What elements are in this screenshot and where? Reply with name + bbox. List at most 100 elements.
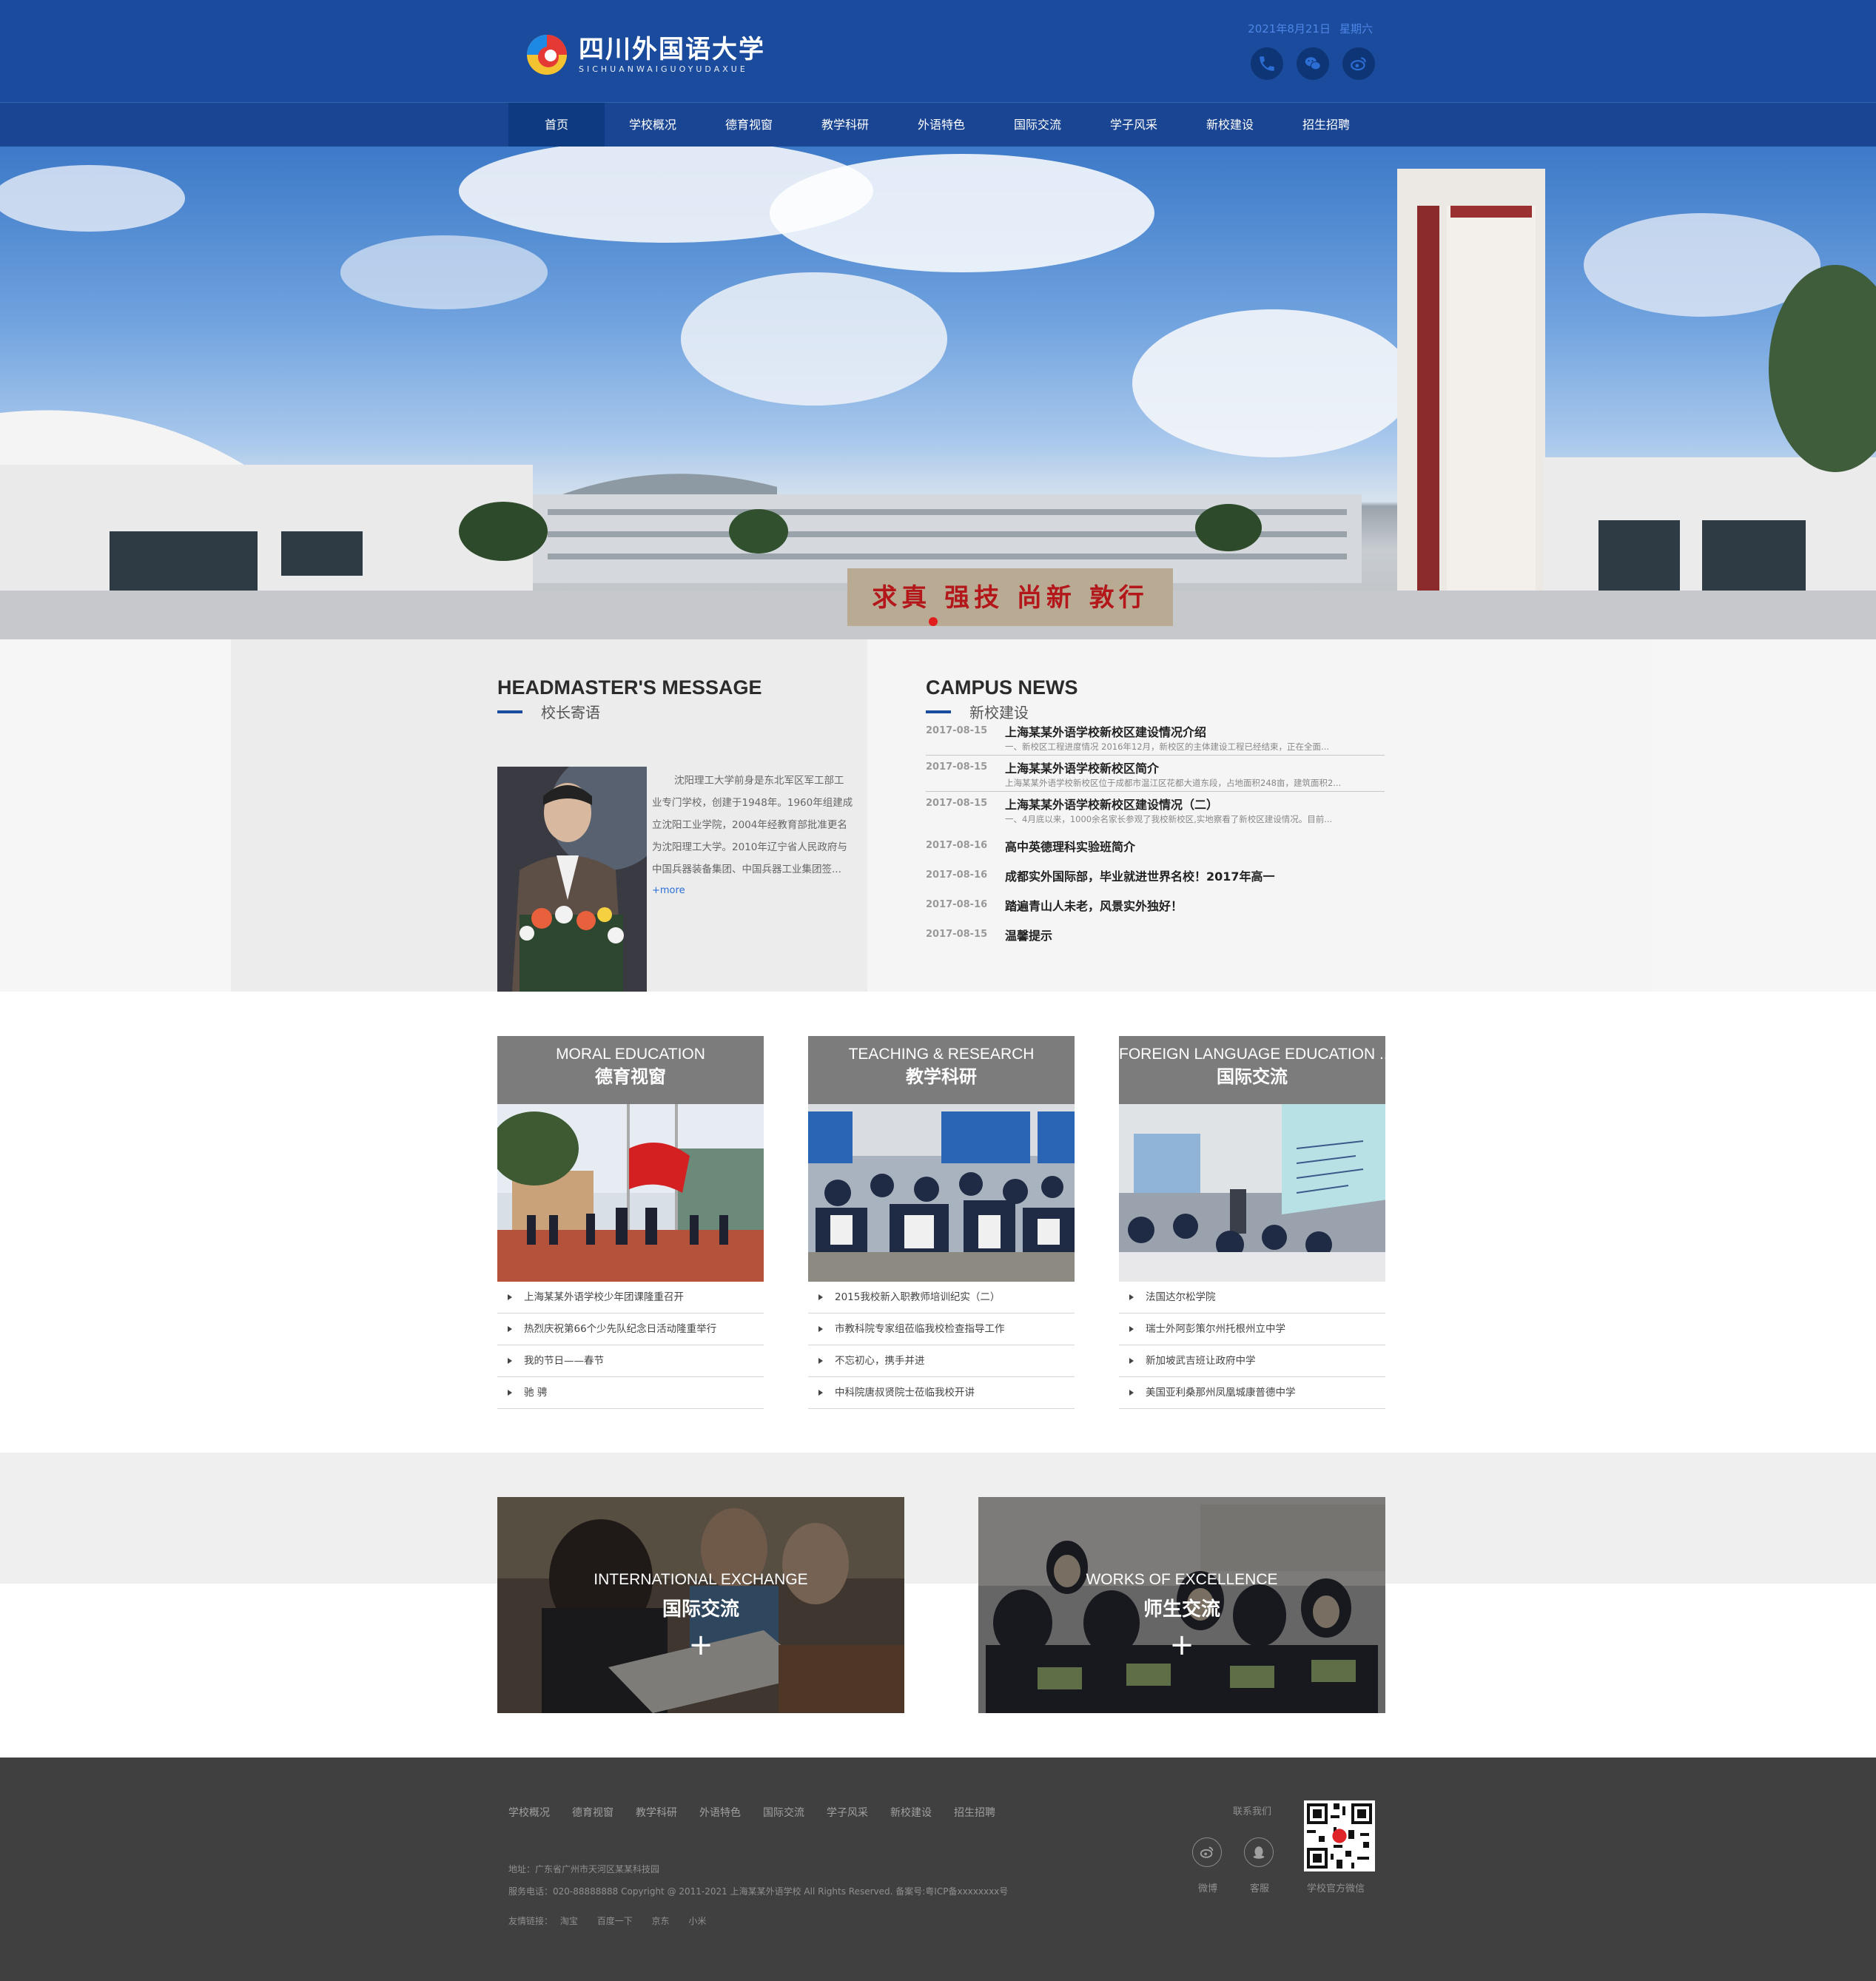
card-title-cn: 国际交流 (662, 1598, 739, 1621)
news-item[interactable]: 2017-08-16 成都实外国际部，毕业就进世界名校！2017年高一 (926, 867, 1385, 889)
news-headline[interactable]: 温馨提示 (1005, 926, 1052, 944)
article-list: 2015我校新入职教师培训纪实（二） 市教科院专家组莅临我校检查指导工作 不忘初… (808, 1282, 1075, 1409)
card-title-cn: 国际交流 (1217, 1066, 1288, 1087)
friend-link[interactable]: 小米 (688, 1916, 706, 1926)
school-logo[interactable]: 四川外国语大学 SICHUANWAIGUOYUDAXUE (525, 31, 765, 78)
footer-link[interactable]: 新校建设 (890, 1805, 932, 1820)
card-header[interactable]: MORAL EDUCATION 德育视窗 (497, 1036, 764, 1104)
date-text: 2021年8月21日 (1248, 22, 1331, 36)
carousel-dot-active[interactable] (929, 617, 938, 626)
list-item[interactable]: 驰 骋 (497, 1377, 764, 1409)
service-label: 客服 (1250, 1883, 1270, 1894)
logo-name-en: SICHUANWAIGUOYUDAXUE (579, 64, 748, 74)
hero-banner[interactable]: 求真 强技 尚新 敦行 (0, 147, 1876, 639)
nav-item-languages[interactable]: 外语特色 (893, 103, 989, 147)
nav-item-home[interactable]: 首页 (508, 103, 605, 147)
flag-ceremony-image[interactable] (497, 1104, 764, 1282)
news-item[interactable]: 2017-08-15 上海某某外语学校新校区简介 上海某某外语学校新校区位于成都… (926, 759, 1385, 793)
divider (926, 755, 1385, 756)
footer-copyright: 服务电话：020-88888888 Copyright @ 2011-2021 … (508, 1886, 1009, 1897)
news-headline[interactable]: 上海某某外语学校新校区建设情况介绍 (1005, 722, 1206, 740)
footer-link[interactable]: 外语特色 (699, 1805, 741, 1820)
footer-link[interactable]: 学校概况 (508, 1805, 550, 1820)
news-headline[interactable]: 踏遍青山人未老，风景实外独好！ (1005, 896, 1183, 914)
news-item[interactable]: 2017-08-16 踏遍青山人未老，风景实外独好！ (926, 896, 1385, 918)
qq-service-icon[interactable] (1244, 1837, 1274, 1867)
nav-item-admissions[interactable]: 招生招聘 (1278, 103, 1374, 147)
footer-link[interactable]: 学子风采 (827, 1805, 868, 1820)
friend-link[interactable]: 淘宝 (560, 1916, 578, 1926)
weekday-text: 星期六 (1339, 22, 1373, 36)
wechat-icon[interactable] (1297, 47, 1329, 80)
headmaster-message-text: 沈阳理工大学前身是东北军区军工部工业专门学校，创建于1948年。1960年组建成… (652, 775, 853, 875)
headmaster-photo (497, 767, 647, 992)
news-headline[interactable]: 上海某某外语学校新校区建设情况（二） (1005, 795, 1218, 813)
classroom-image[interactable] (808, 1104, 1075, 1282)
list-item[interactable]: 法国达尔松学院 (1119, 1282, 1385, 1314)
list-item[interactable]: 市教科院专家组莅临我校检查指导工作 (808, 1314, 1075, 1345)
footer-link[interactable]: 招生招聘 (954, 1805, 995, 1820)
list-item[interactable]: 热烈庆祝第66个少先队纪念日活动隆重举行 (497, 1314, 764, 1345)
nav-item-teaching[interactable]: 教学科研 (797, 103, 893, 147)
news-title: CAMPUS NEWS (926, 676, 1078, 699)
list-item[interactable]: 中科院唐叔贤院士莅临我校开讲 (808, 1377, 1075, 1409)
phone-icon[interactable] (1251, 47, 1283, 80)
news-item[interactable]: 2017-08-16 高中英德理科实验班简介 (926, 837, 1385, 859)
article-list: 上海某某外语学校少年团课隆重召开 热烈庆祝第66个少先队纪念日活动隆重举行 我的… (497, 1282, 764, 1409)
news-item[interactable]: 2017-08-15 温馨提示 (926, 926, 1385, 948)
weibo-icon[interactable] (1192, 1837, 1222, 1867)
footer-link[interactable]: 德育视窗 (572, 1805, 613, 1820)
card-header[interactable]: FOREIGN LANGUAGE EDUCATION ... 国际交流 (1119, 1036, 1385, 1104)
news-date: 2017-08-16 (926, 870, 988, 881)
nav-item-new-campus[interactable]: 新校建设 (1182, 103, 1278, 147)
language-class-image[interactable] (1119, 1104, 1385, 1282)
news-date: 2017-08-16 (926, 899, 988, 910)
plus-icon[interactable]: + (497, 1630, 904, 1660)
news-headline[interactable]: 高中英德理科实验班简介 (1005, 837, 1135, 855)
friend-link[interactable]: 京东 (652, 1916, 670, 1926)
news-item[interactable]: 2017-08-15 上海某某外语学校新校区建设情况（二） 一、4月底以来，10… (926, 795, 1385, 829)
works-of-excellence-card[interactable]: WORKS OF EXCELLENCE 师生交流 + (978, 1497, 1385, 1713)
card-title-en: TEACHING & RESEARCH (848, 1046, 1035, 1063)
card-title-en: MORAL EDUCATION (556, 1046, 705, 1063)
card-title-en: WORKS OF EXCELLENCE (1086, 1571, 1278, 1588)
card-header[interactable]: TEACHING & RESEARCH 教学科研 (808, 1036, 1075, 1104)
plus-icon[interactable]: + (978, 1630, 1385, 1660)
card-title-en: INTERNATIONAL EXCHANGE (594, 1571, 808, 1588)
nav-item-students[interactable]: 学子风采 (1086, 103, 1182, 147)
friend-links-label: 友情链接： (508, 1916, 554, 1926)
news-headline[interactable]: 成都实外国际部，毕业就进世界名校！2017年高一 (1005, 867, 1275, 884)
news-subtitle: 新校建设 (969, 704, 1029, 722)
weibo-label: 微博 (1198, 1883, 1218, 1894)
list-item[interactable]: 2015我校新入职教师培训纪实（二） (808, 1282, 1075, 1314)
list-item[interactable]: 不忘初心，携手并进 (808, 1345, 1075, 1377)
headmaster-subtitle: 校长寄语 (541, 704, 600, 722)
nav-item-international[interactable]: 国际交流 (989, 103, 1086, 147)
list-item[interactable]: 新加坡武吉班让政府中学 (1119, 1345, 1385, 1377)
wechat-qr-code (1304, 1800, 1375, 1871)
exchange-band (0, 1453, 1876, 1584)
news-excerpt: 一、新校区工程进度情况 2016年12月，新校区的主体建设工程已经结束，正在全面… (1005, 741, 1330, 752)
nav-item-overview[interactable]: 学校概况 (605, 103, 701, 147)
logo-name-cn: 四川外国语大学 (579, 35, 765, 64)
footer-link[interactable]: 教学科研 (636, 1805, 677, 1820)
divider (926, 791, 1385, 792)
friend-link[interactable]: 百度一下 (597, 1916, 633, 1926)
card-title-cn: 德育视窗 (595, 1066, 666, 1087)
list-item[interactable]: 我的节日——春节 (497, 1345, 764, 1377)
nav-item-moral[interactable]: 德育视窗 (701, 103, 797, 147)
international-exchange-card[interactable]: INTERNATIONAL EXCHANGE 国际交流 + (497, 1497, 904, 1713)
news-item[interactable]: 2017-08-15 上海某某外语学校新校区建设情况介绍 一、新校区工程进度情况… (926, 722, 1385, 756)
title-accent-bar (926, 710, 951, 713)
list-item[interactable]: 瑞士外阿彭策尔州托根州立中学 (1119, 1314, 1385, 1345)
list-item[interactable]: 上海某某外语学校少年团课隆重召开 (497, 1282, 764, 1314)
headmaster-more-link[interactable]: +more (652, 885, 685, 896)
weibo-icon[interactable] (1342, 47, 1375, 80)
news-headline[interactable]: 上海某某外语学校新校区简介 (1005, 759, 1159, 776)
foreign-language-card: FOREIGN LANGUAGE EDUCATION ... 国际交流 法国达尔… (1119, 1036, 1385, 1409)
moral-education-card: MORAL EDUCATION 德育视窗 上海某某外语学校少年团课隆重召开 热烈… (497, 1036, 764, 1409)
footer-link[interactable]: 国际交流 (763, 1805, 804, 1820)
list-item[interactable]: 美国亚利桑那州凤凰城康普德中学 (1119, 1377, 1385, 1409)
contact-us-label: 联系我们 (1233, 1806, 1272, 1817)
news-date: 2017-08-15 (926, 761, 988, 773)
